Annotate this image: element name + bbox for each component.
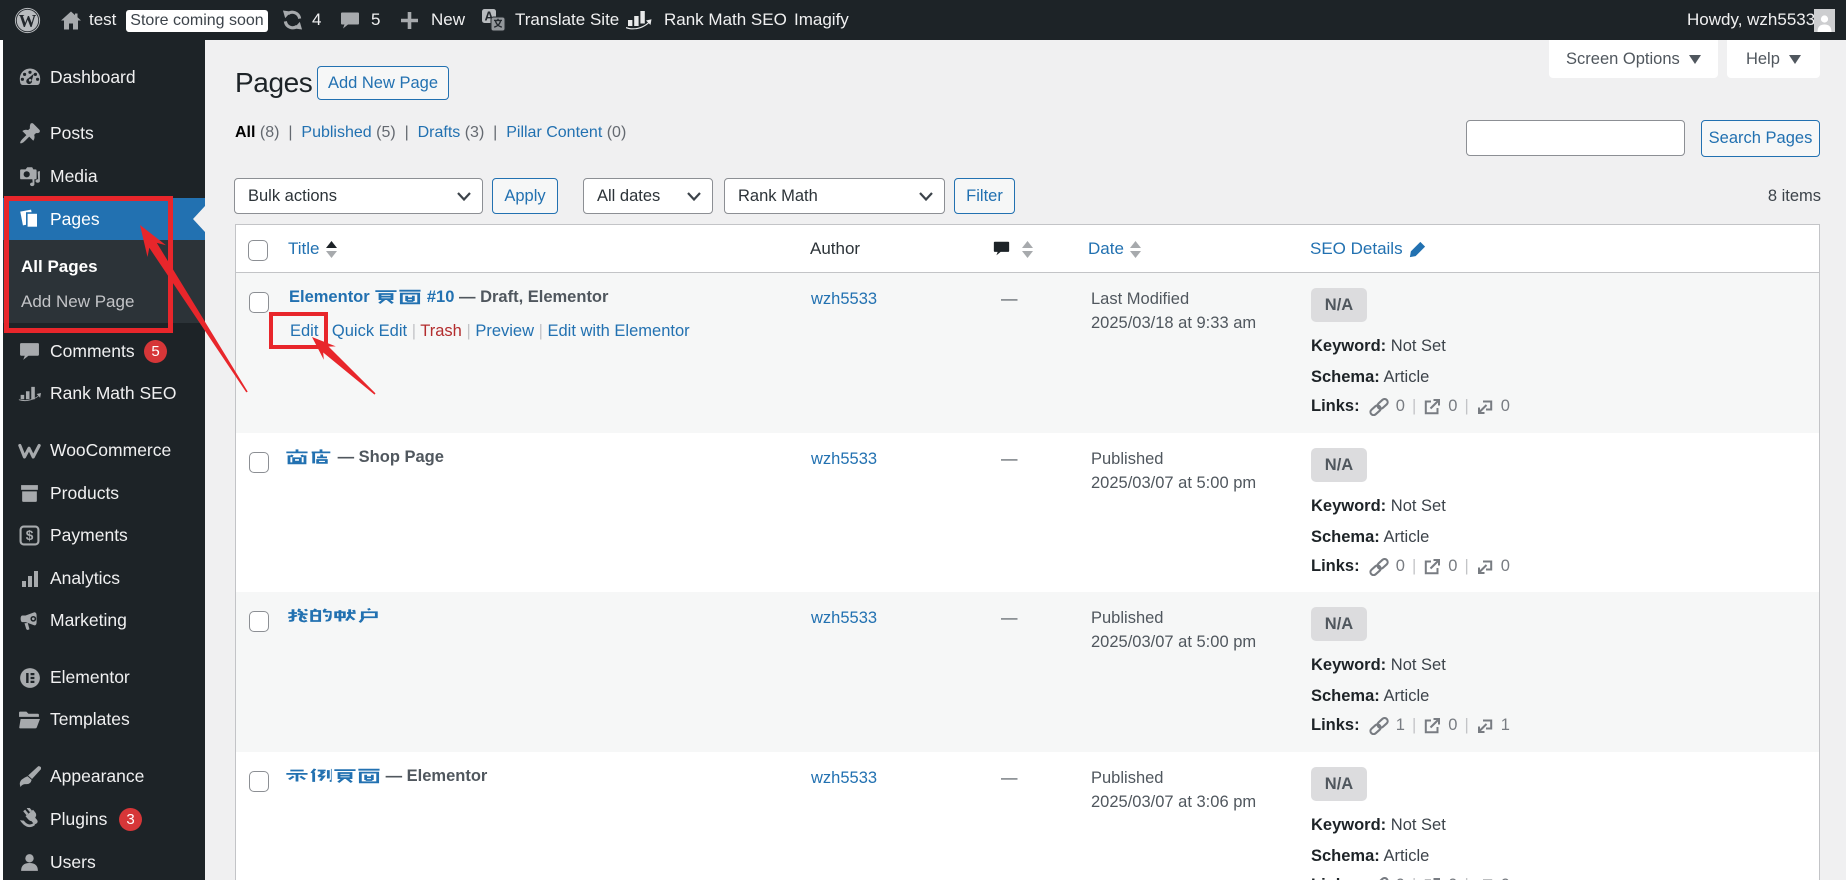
svg-text:W: W <box>19 11 37 31</box>
svg-text:$: $ <box>26 528 34 543</box>
